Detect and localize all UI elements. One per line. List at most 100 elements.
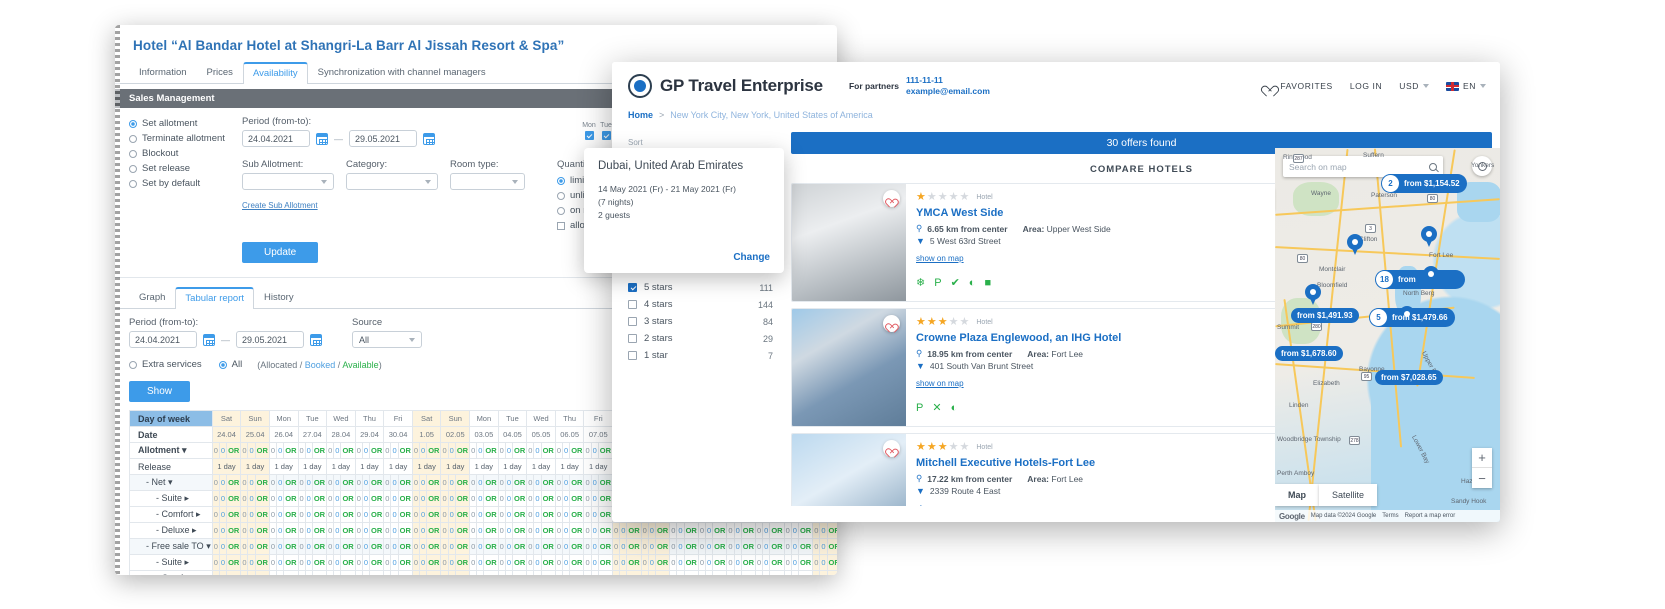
available-cell[interactable]: OR	[740, 570, 757, 575]
booked-cell[interactable]: 0	[590, 506, 599, 523]
allocated-cell[interactable]: 0	[354, 570, 363, 575]
release-cell[interactable]: 1 day	[211, 458, 242, 475]
booked-cell[interactable]: 0	[476, 442, 485, 459]
booked-cell[interactable]: 0	[419, 570, 428, 575]
booked-cell[interactable]: 0	[276, 490, 285, 507]
booked-cell[interactable]: 0	[476, 522, 485, 539]
allocated-cell[interactable]: 0	[554, 570, 564, 575]
map-pin[interactable]	[1421, 226, 1437, 247]
release-cell[interactable]: 1 day	[383, 458, 413, 475]
category-select[interactable]	[346, 173, 438, 190]
star-filter-5[interactable]: 5 stars 111	[628, 279, 773, 296]
allocated-cell[interactable]: 0	[268, 490, 278, 507]
booked-cell[interactable]: 0	[419, 490, 428, 507]
booked-cell[interactable]: 0	[590, 490, 599, 507]
release-cell[interactable]: 1 day	[354, 458, 385, 475]
booked-cell[interactable]: 0	[304, 490, 313, 507]
allocated-cell[interactable]: 0	[411, 506, 421, 523]
allocated-cell[interactable]: 0	[583, 506, 592, 523]
allocated-cell[interactable]: 0	[469, 570, 478, 575]
booked-cell[interactable]: 0	[704, 538, 714, 555]
available-cell[interactable]: OR	[540, 474, 556, 491]
available-cell[interactable]: OR	[540, 490, 556, 507]
booked-cell[interactable]: 0	[218, 442, 228, 459]
available-cell[interactable]: OR	[311, 554, 328, 571]
booked-cell[interactable]: 0	[647, 570, 656, 575]
available-cell[interactable]: OR	[369, 506, 385, 523]
allocated-cell[interactable]: 0	[469, 522, 478, 539]
allocated-cell[interactable]: 0	[440, 474, 449, 491]
booked-cell[interactable]: 0	[504, 442, 514, 459]
booked-cell[interactable]: 0	[676, 554, 685, 571]
extra-services-radio[interactable]: Extra services	[129, 357, 202, 372]
currency-selector[interactable]: USD	[1399, 81, 1429, 91]
available-cell[interactable]: OR	[340, 474, 356, 491]
booked-cell[interactable]: 0	[447, 522, 456, 539]
booked-cell[interactable]: 0	[447, 474, 456, 491]
booked-cell[interactable]: 0	[218, 570, 228, 575]
map-price-tag[interactable]: from $1,491.93	[1291, 308, 1359, 323]
allocated-cell[interactable]: 0	[497, 522, 506, 539]
allocated-cell[interactable]: 0	[383, 554, 392, 571]
checkbox-icon[interactable]	[628, 283, 637, 292]
allocated-cell[interactable]: 0	[240, 442, 249, 459]
allocated-cell[interactable]: 0	[440, 554, 449, 571]
booked-cell[interactable]: 0	[762, 570, 771, 575]
available-cell[interactable]: OR	[340, 506, 356, 523]
available-cell[interactable]: OR	[226, 538, 242, 555]
star-filter-4[interactable]: 4 stars 144	[628, 296, 773, 313]
map-cluster-marker[interactable]: 2 from $1,154.52	[1381, 174, 1467, 193]
booked-cell[interactable]: 0	[333, 442, 342, 459]
available-cell[interactable]: OR	[369, 554, 385, 571]
allocated-cell[interactable]: 0	[326, 538, 335, 555]
favorite-button[interactable]	[883, 190, 900, 207]
allocated-cell[interactable]: 0	[411, 442, 421, 459]
radio-icon[interactable]	[129, 134, 137, 143]
allocated-cell[interactable]: 0	[526, 570, 535, 575]
radio-icon[interactable]	[557, 176, 565, 185]
available-cell[interactable]: OR	[426, 490, 442, 507]
booked-cell[interactable]: 0	[819, 538, 828, 555]
available-cell[interactable]: OR	[340, 570, 356, 575]
allocated-cell[interactable]: 0	[297, 538, 306, 555]
booked-cell[interactable]: 0	[533, 442, 542, 459]
allocated-cell[interactable]: 0	[268, 538, 278, 555]
available-cell[interactable]: OR	[397, 474, 413, 491]
allocated-cell[interactable]: 0	[612, 554, 621, 571]
map-cluster-marker[interactable]: 18 from	[1375, 270, 1465, 289]
allocated-cell[interactable]: 0	[440, 522, 449, 539]
login-button[interactable]: LOG IN	[1350, 81, 1382, 91]
map-type-satellite[interactable]: Satellite	[1319, 484, 1378, 506]
allocated-cell[interactable]: 0	[240, 506, 249, 523]
allocated-cell[interactable]: 0	[640, 570, 649, 575]
booked-cell[interactable]: 0	[333, 506, 342, 523]
calendar-icon[interactable]	[316, 132, 328, 145]
mode-set-by-default[interactable]: Set by default	[129, 176, 234, 191]
release-cell[interactable]: 1 day	[268, 458, 299, 475]
booked-cell[interactable]: 0	[619, 538, 628, 555]
booked-cell[interactable]: 0	[562, 474, 571, 491]
allocated-cell[interactable]: 0	[612, 570, 621, 575]
allocated-cell[interactable]: 0	[812, 522, 821, 539]
available-cell[interactable]: OR	[283, 538, 299, 555]
available-cell[interactable]: OR	[483, 538, 499, 555]
radio-icon[interactable]	[129, 360, 137, 369]
allocated-cell[interactable]: 0	[211, 522, 220, 539]
allocated-cell[interactable]: 0	[383, 538, 392, 555]
booked-cell[interactable]: 0	[647, 538, 656, 555]
release-cell[interactable]: 1 day	[554, 458, 585, 475]
available-cell[interactable]: OR	[397, 570, 413, 575]
booked-cell[interactable]: 0	[419, 442, 428, 459]
allocated-cell[interactable]: 0	[297, 522, 306, 539]
allocated-cell[interactable]: 0	[211, 554, 220, 571]
available-cell[interactable]: OR	[540, 442, 556, 459]
booked-cell[interactable]: 0	[304, 474, 313, 491]
booked-cell[interactable]: 0	[247, 506, 256, 523]
booked-cell[interactable]: 0	[647, 554, 656, 571]
allocated-cell[interactable]: 0	[526, 442, 535, 459]
allocated-cell[interactable]: 0	[211, 442, 220, 459]
allocated-cell[interactable]: 0	[354, 442, 363, 459]
period-to-input[interactable]: 29.05.2021	[349, 130, 417, 147]
booked-cell[interactable]: 0	[304, 522, 313, 539]
available-cell[interactable]: OR	[511, 506, 528, 523]
